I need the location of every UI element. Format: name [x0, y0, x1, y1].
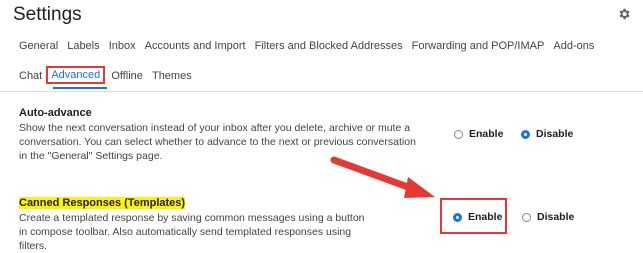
canned-responses-description: Create a templated response by saving co…: [19, 212, 365, 252]
canned-responses-disable-radio[interactable]: Disable: [522, 211, 574, 223]
tab-general[interactable]: General: [19, 40, 58, 52]
tabs-divider: [0, 91, 643, 92]
auto-advance-enable-label: Enable: [469, 128, 504, 140]
auto-advance-enable-radio[interactable]: Enable: [454, 128, 503, 140]
canned-responses-section: Canned Responses (Templates) Create a te…: [19, 197, 419, 253]
tab-forwarding-and-pop-imap[interactable]: Forwarding and POP/IMAP: [412, 40, 545, 52]
canned-responses-enable-label: Enable: [468, 211, 503, 223]
gear-icon[interactable]: [617, 7, 631, 21]
canned-responses-enable-radio[interactable]: Enable: [453, 211, 502, 223]
radio-unchecked-icon: [522, 212, 531, 222]
tab-filters-and-blocked-addresses[interactable]: Filters and Blocked Addresses: [255, 40, 403, 52]
canned-responses-disable-label: Disable: [537, 211, 575, 223]
tab-chat[interactable]: Chat: [19, 70, 42, 82]
active-tab-indicator: [53, 87, 107, 89]
tab-advanced[interactable]: Advanced: [46, 66, 106, 84]
auto-advance-title: Auto-advance: [19, 107, 92, 119]
tab-add-ons[interactable]: Add-ons: [553, 40, 594, 52]
radio-checked-icon: [521, 129, 530, 139]
radio-checked-icon: [453, 212, 462, 222]
page-title: Settings: [13, 4, 82, 25]
auto-advance-disable-label: Disable: [536, 128, 574, 140]
tab-offline[interactable]: Offline: [111, 70, 143, 82]
radio-unchecked-icon: [454, 129, 463, 139]
arrow-annotation-icon: [330, 156, 435, 198]
auto-advance-disable-radio[interactable]: Disable: [521, 128, 573, 140]
tab-inbox[interactable]: Inbox: [109, 40, 136, 52]
tab-labels[interactable]: Labels: [67, 40, 99, 52]
tab-themes[interactable]: Themes: [152, 70, 192, 82]
settings-tabs-row-1: General Labels Inbox Accounts and Import…: [19, 40, 600, 52]
settings-tabs-row-2: Chat Advanced Offline Themes: [19, 66, 198, 85]
tab-accounts-and-import[interactable]: Accounts and Import: [145, 40, 246, 52]
canned-responses-title: Canned Responses (Templates): [19, 197, 186, 209]
